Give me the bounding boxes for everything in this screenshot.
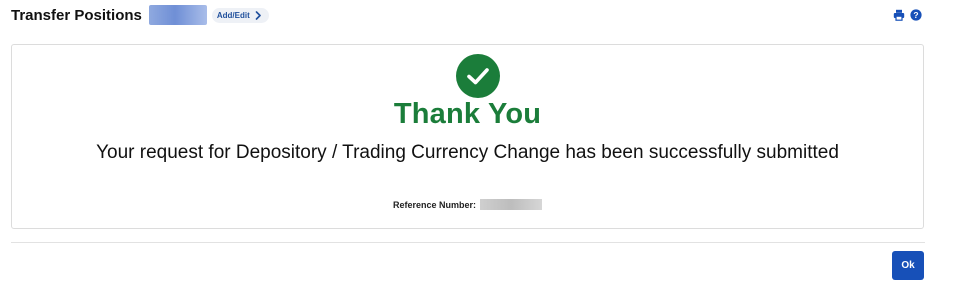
page-title: Transfer Positions: [11, 6, 142, 24]
page-header: Transfer Positions Add/Edit ?: [11, 4, 925, 26]
reference-number-label: Reference Number:: [392, 199, 477, 210]
print-icon[interactable]: [892, 9, 905, 22]
svg-text:?: ?: [913, 10, 918, 20]
help-icon[interactable]: ?: [909, 9, 922, 22]
redacted-account-selector[interactable]: [148, 5, 207, 25]
ok-button[interactable]: Ok: [892, 251, 924, 280]
reference-number-row: Reference Number:: [12, 199, 923, 210]
confirmation-card: Thank You Your request for Depository / …: [11, 44, 924, 229]
add-edit-label: Add/Edit: [216, 10, 250, 20]
add-edit-button[interactable]: Add/Edit: [211, 7, 269, 23]
thank-you-heading: Thank You: [393, 98, 542, 130]
header-actions: ?: [892, 9, 925, 22]
checkmark-icon: [456, 54, 500, 98]
confirmation-message: Your request for Depository / Trading Cu…: [96, 142, 839, 163]
footer-divider: [11, 242, 925, 243]
redacted-reference-number: [480, 199, 543, 210]
chevron-right-icon: [255, 10, 263, 20]
